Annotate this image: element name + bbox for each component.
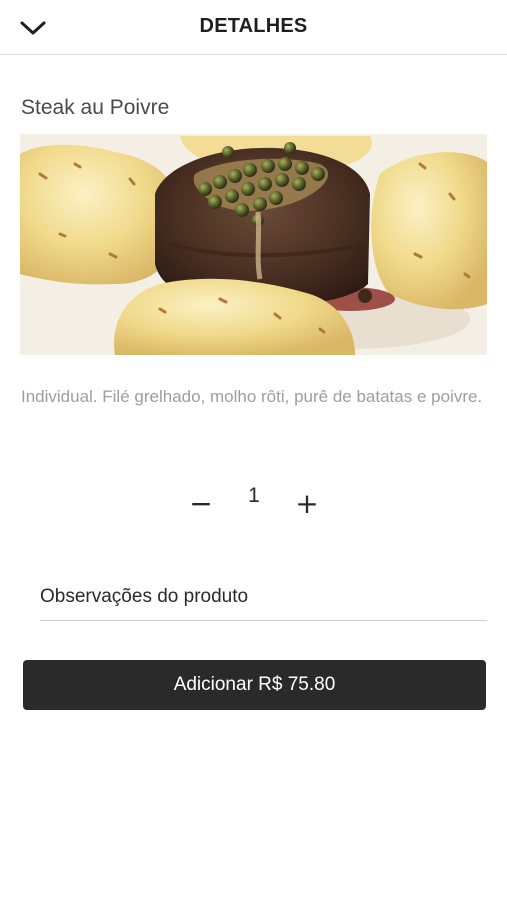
product-notes-input[interactable] bbox=[40, 573, 487, 621]
page-title: DETALHES bbox=[199, 15, 308, 37]
product-image bbox=[20, 134, 487, 355]
add-to-cart-button[interactable]: Adicionar R$ 75.80 bbox=[23, 660, 486, 710]
quantity-value: 1 bbox=[248, 484, 260, 507]
decrease-quantity-button[interactable]: − bbox=[184, 486, 218, 520]
product-description: Individual. Filé grelhado, molho rôti, p… bbox=[21, 387, 483, 406]
minus-icon: − bbox=[189, 486, 213, 520]
plus-icon: + bbox=[295, 486, 319, 520]
product-name: Steak au Poivre bbox=[21, 96, 170, 119]
top-bar: DETALHES bbox=[0, 0, 507, 55]
increase-quantity-button[interactable]: + bbox=[290, 486, 324, 520]
